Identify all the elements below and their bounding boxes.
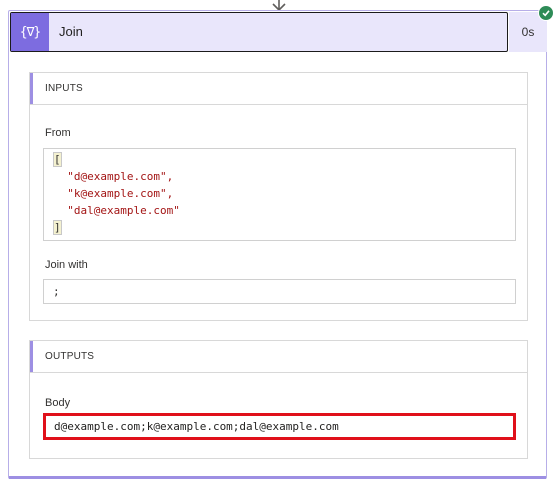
from-item: "d@example.com", bbox=[67, 170, 174, 183]
join-with-label: Join with bbox=[45, 259, 88, 271]
body-value: d@example.com;k@example.com;dal@example.… bbox=[43, 413, 516, 440]
action-title: Join bbox=[59, 24, 83, 39]
action-header[interactable]: {∇} Join bbox=[10, 12, 508, 52]
outputs-section-header[interactable]: OUTPUTS bbox=[30, 341, 527, 373]
open-bracket: [ bbox=[53, 152, 62, 167]
checkmark-icon bbox=[542, 10, 550, 17]
section-accent-bar bbox=[30, 341, 33, 372]
from-item: "k@example.com", bbox=[67, 187, 174, 200]
inputs-section: INPUTS From [ "d@example.com", "k@exampl… bbox=[29, 72, 528, 321]
card-bottom-accent bbox=[9, 476, 546, 479]
inputs-section-header[interactable]: INPUTS bbox=[30, 73, 527, 105]
close-bracket: ] bbox=[53, 220, 62, 235]
outputs-section-title: OUTPUTS bbox=[45, 351, 95, 362]
from-item: "dal@example.com" bbox=[67, 204, 180, 217]
inputs-section-title: INPUTS bbox=[45, 83, 83, 94]
section-accent-bar bbox=[30, 73, 33, 104]
from-value: [ "d@example.com", "k@example.com", "dal… bbox=[43, 148, 516, 241]
body-label: Body bbox=[45, 397, 71, 409]
join-with-value: ; bbox=[43, 279, 516, 304]
success-check-icon bbox=[538, 5, 554, 21]
outputs-section: OUTPUTS Body d@example.com;k@example.com… bbox=[29, 340, 528, 459]
expression-icon: {∇} bbox=[11, 13, 49, 51]
from-label: From bbox=[45, 127, 71, 139]
